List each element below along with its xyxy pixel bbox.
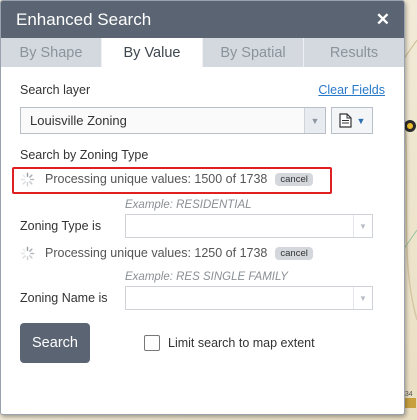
tab-bar: By Shape By Value By Spatial Results: [1, 38, 404, 67]
chevron-down-icon[interactable]: ▼: [353, 287, 372, 309]
search-button[interactable]: Search: [20, 323, 90, 363]
zoning-name-example: Example: RES SINGLE FAMILY: [125, 271, 288, 283]
limit-extent-checkbox[interactable]: [144, 335, 160, 351]
tab-by-value[interactable]: By Value: [102, 38, 203, 67]
enhanced-search-panel: Enhanced Search ✕ By Shape By Value By S…: [0, 0, 405, 415]
zoning-name-label: Zoning Name is: [20, 291, 108, 305]
tab-by-spatial[interactable]: By Spatial: [203, 38, 304, 67]
document-icon: [338, 113, 352, 128]
processing-text-2: Processing unique values: 1250 of 1738: [45, 246, 268, 260]
cancel-button-2[interactable]: cancel: [275, 246, 313, 260]
search-by-label: Search by Zoning Type: [20, 148, 149, 162]
search-layer-value: Louisville Zoning: [30, 113, 127, 128]
panel-title: Enhanced Search: [16, 9, 152, 29]
zoning-type-input[interactable]: ▼: [125, 214, 373, 238]
search-layer-select[interactable]: Louisville Zoning ▼: [20, 107, 326, 134]
spinner-icon: [20, 246, 35, 260]
chevron-down-icon[interactable]: ▼: [353, 215, 372, 237]
tab-by-shape[interactable]: By Shape: [1, 38, 102, 67]
search-layer-label: Search layer: [20, 83, 91, 97]
tab-results[interactable]: Results: [304, 38, 404, 67]
chevron-down-icon[interactable]: ▼: [304, 108, 325, 133]
caret-down-icon: ▼: [356, 115, 366, 126]
zoning-name-input[interactable]: ▼: [125, 286, 373, 310]
processing-status-2: Processing unique values: 1250 of 1738 c…: [20, 241, 385, 265]
limit-extent-label: Limit search to map extent: [168, 336, 315, 350]
zoning-type-label: Zoning Type is: [20, 219, 102, 233]
layer-options-button[interactable]: ▼: [331, 107, 373, 134]
limit-extent-option[interactable]: Limit search to map extent: [144, 335, 315, 351]
annotation-highlight-box: [12, 167, 332, 194]
title-bar[interactable]: Enhanced Search ✕: [1, 1, 404, 38]
by-value-content: Search layer Clear Fields Louisville Zon…: [1, 83, 404, 363]
zoning-type-example: Example: RESIDENTIAL: [125, 199, 252, 211]
clear-fields-link[interactable]: Clear Fields: [318, 83, 385, 97]
close-icon[interactable]: ✕: [376, 10, 390, 30]
